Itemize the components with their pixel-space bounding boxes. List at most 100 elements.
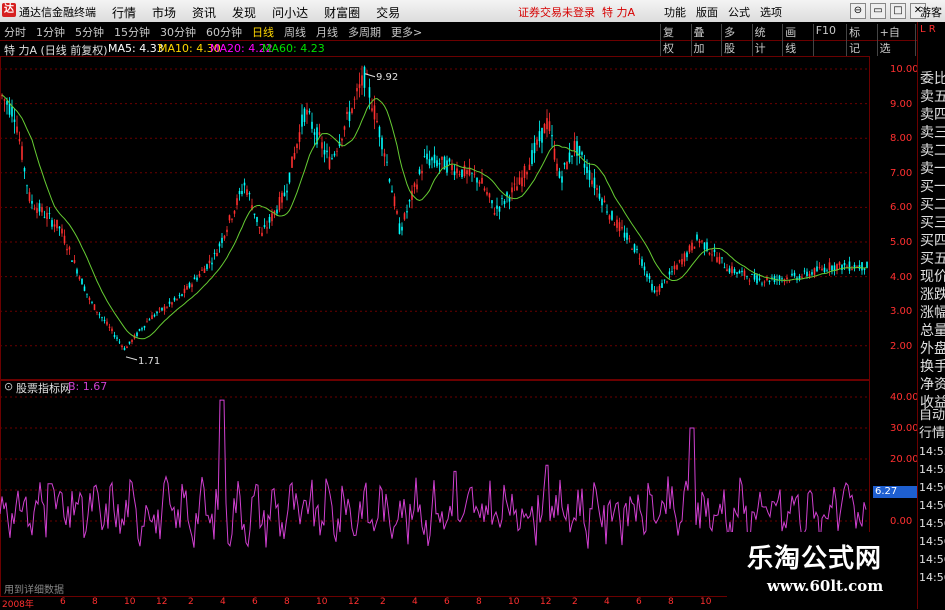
candle-body — [631, 249, 633, 250]
candle-body — [756, 275, 758, 284]
candle-body — [581, 152, 583, 155]
candle-body — [203, 268, 206, 273]
trade-login-notice[interactable]: 证券交易未登录 特 力A — [518, 4, 635, 20]
candle-body — [676, 265, 678, 270]
restore-icon[interactable]: ▭ — [870, 3, 886, 19]
date-axis-label: 8 — [476, 597, 482, 607]
candle-body — [556, 163, 558, 171]
minimize-icon[interactable]: ⊖ — [850, 3, 866, 19]
menu-item-market[interactable]: 市场 — [152, 4, 176, 21]
candle-body — [583, 163, 586, 168]
candle-body — [696, 234, 698, 240]
period-tab[interactable]: 分时 — [4, 24, 26, 40]
quote-field-label: 卖五 — [920, 89, 945, 105]
candle-body — [688, 245, 691, 252]
candle-body — [393, 196, 396, 207]
quote-field-label: 卖三 — [920, 125, 945, 141]
candle-body — [241, 190, 243, 195]
app-name: 通达信金融终端 — [19, 6, 96, 19]
menu-item-layout[interactable]: 版面 — [696, 4, 718, 20]
candle-body — [288, 172, 291, 183]
date-axis-label: 2 — [380, 597, 386, 607]
candle-body — [248, 193, 251, 195]
indicator-axis-label: 0.00 — [890, 516, 913, 527]
candle-body — [346, 111, 348, 114]
kline-chart[interactable]: 9.92 1.71 — [0, 40, 870, 600]
period-tab[interactable]: 30分钟 — [160, 24, 196, 40]
candle-body — [526, 172, 528, 175]
candle-body — [43, 216, 46, 218]
quote-field-label: 涨幅 — [920, 305, 945, 321]
side-panel-toggle[interactable]: L R — [920, 24, 936, 35]
candle-body — [221, 237, 223, 243]
candle-body — [331, 157, 333, 159]
indicator-settings-icon[interactable]: ⊙ — [4, 380, 13, 393]
candle-body — [38, 203, 41, 212]
menu-item-discover[interactable]: 发现 — [232, 4, 256, 21]
candle-body — [51, 220, 53, 227]
candle-body — [453, 171, 456, 176]
period-tab[interactable]: 多周期 — [348, 24, 381, 40]
indicator-info-bar: ⊙ 股票指标网 B: 1.67 — [0, 380, 870, 395]
candle-body — [358, 84, 361, 88]
candle-body — [223, 235, 226, 239]
date-axis-label: 6 — [444, 597, 450, 607]
candle-body — [368, 87, 371, 98]
candle-body — [183, 288, 186, 293]
quote-field-label: 买一 — [920, 179, 945, 195]
candle-body — [96, 311, 98, 313]
candle-body — [266, 227, 268, 229]
candle-body — [513, 183, 516, 185]
period-tab[interactable]: 15分钟 — [114, 24, 150, 40]
candle-body — [3, 99, 6, 101]
menu-item-function[interactable]: 功能 — [664, 4, 686, 20]
low-price-label: 1.71 — [138, 356, 160, 367]
candle-body — [236, 198, 238, 206]
candle-body — [733, 269, 736, 274]
candle-body — [148, 319, 151, 321]
candle-body — [456, 168, 458, 174]
period-tab[interactable]: 60分钟 — [206, 24, 242, 40]
candle-body — [641, 259, 643, 266]
candle-body — [36, 208, 38, 213]
candle-body — [198, 274, 201, 277]
menu-item-trade[interactable]: 交易 — [376, 4, 400, 21]
menu-item-wealth[interactable]: 财富圈 — [324, 4, 360, 21]
candle-body — [218, 243, 221, 247]
candle-body — [283, 192, 286, 196]
candle-body — [303, 108, 306, 122]
date-axis-label: 6 — [636, 597, 642, 607]
guest-label[interactable]: 游客 — [920, 4, 942, 20]
maximize-icon[interactable]: □ — [890, 3, 906, 19]
menu-item-news[interactable]: 资讯 — [192, 4, 216, 21]
candle-body — [626, 232, 628, 240]
menu-item-options[interactable]: 选项 — [760, 4, 782, 20]
period-tab[interactable]: 更多> — [391, 24, 422, 40]
quote-field-label: 净资 — [920, 377, 945, 393]
candle-body — [461, 169, 463, 177]
menu-item-ask[interactable]: 问小达 — [272, 4, 308, 21]
menu-item-quotes[interactable]: 行情 — [112, 4, 136, 21]
price-axis: 10.00 9.00 8.00 7.00 6.00 5.00 4.00 3.00 2.00 — [870, 40, 919, 380]
candle-body — [691, 242, 693, 251]
candle-body — [93, 304, 96, 310]
period-tab[interactable]: 日线 — [252, 24, 274, 40]
period-tab[interactable]: 5分钟 — [75, 24, 104, 40]
menu-item-formula[interactable]: 公式 — [728, 4, 750, 20]
period-tab[interactable]: 月线 — [316, 24, 338, 40]
candle-body — [21, 146, 23, 160]
candle-body — [731, 266, 733, 274]
candle-body — [673, 265, 676, 270]
indicator-last-value: 6.27 — [873, 486, 917, 498]
candle-body — [551, 135, 553, 137]
candle-body — [833, 265, 836, 271]
period-tab[interactable]: 周线 — [284, 24, 306, 40]
candle-body — [476, 178, 478, 183]
candle-body — [156, 311, 158, 314]
quote-side-panel: L R 委比 卖五 卖四 卖三 卖二 卖一 买一 买二 买三 买四 买五 现价 涨跌 涨幅 总量 外盘 换手 净资… — [917, 22, 945, 609]
candle-body — [493, 212, 496, 215]
candle-body — [403, 213, 406, 220]
period-tab[interactable]: 1分钟 — [36, 24, 65, 40]
candle-body — [371, 108, 373, 111]
candle-body — [806, 271, 808, 276]
